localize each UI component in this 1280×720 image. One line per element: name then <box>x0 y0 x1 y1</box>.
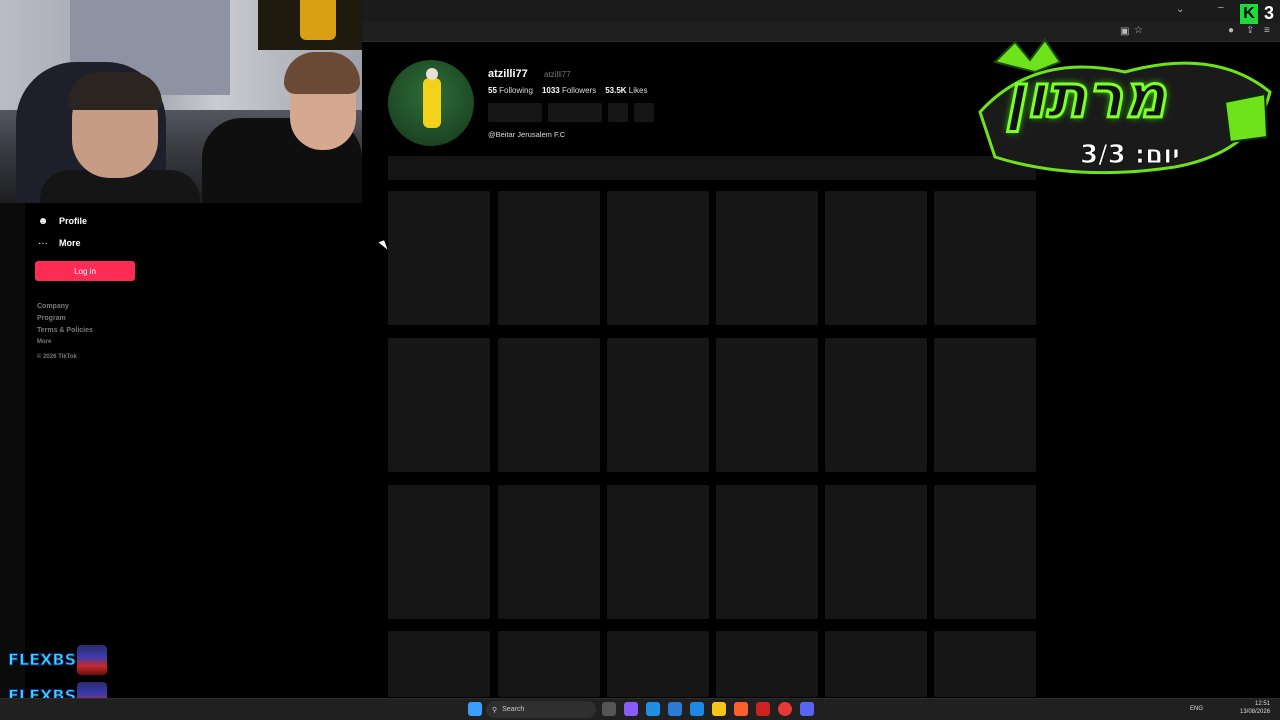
likes-label: Likes <box>628 86 648 95</box>
following-count: 55 <box>488 86 497 95</box>
video-tile[interactable] <box>716 191 818 325</box>
video-tile[interactable] <box>934 485 1036 619</box>
left-edge-strip <box>0 203 25 698</box>
firefox-icon[interactable] <box>734 702 748 716</box>
person-icon: ☻ <box>37 215 49 227</box>
sidebar-item-label: More <box>59 238 81 248</box>
video-tile[interactable] <box>934 338 1036 472</box>
app-icon[interactable] <box>756 702 770 716</box>
streamer-1-hair <box>68 72 162 110</box>
video-tile[interactable] <box>388 338 490 472</box>
video-tile[interactable] <box>825 485 927 619</box>
file-explorer-icon[interactable] <box>712 702 726 716</box>
likes-count: 53.5K <box>605 86 627 95</box>
profile-stats: 55 Following 1033 Followers 53.5K Likes <box>488 86 647 95</box>
clock-time[interactable]: 12:51 <box>1255 701 1270 707</box>
store-icon[interactable] <box>668 702 682 716</box>
video-tile[interactable] <box>607 191 709 325</box>
copyright-text: © 2026 TikTok <box>37 354 77 360</box>
flexbs-label-1: FLEXBS: <box>8 650 84 670</box>
video-tile[interactable] <box>388 191 490 325</box>
browser-title-bar: ⌄ – <box>362 0 1280 22</box>
profile-bio: @Beitar Jerusalem F.C <box>488 130 566 139</box>
windows-taskbar: ⚲ Search ENG 12:51 13/08/2026 <box>0 698 1280 720</box>
video-tile[interactable] <box>716 338 818 472</box>
logo-title: מרתון <box>1004 61 1169 134</box>
marathon-logo-overlay: מרתון יום: 3/3 <box>975 32 1275 182</box>
video-tile[interactable] <box>716 485 818 619</box>
car-icon <box>77 645 107 675</box>
task-view-icon[interactable] <box>602 702 616 716</box>
chrome-icon[interactable] <box>778 702 792 716</box>
video-tile[interactable] <box>498 191 600 325</box>
video-tile[interactable] <box>934 631 1036 697</box>
followers-label: Followers <box>561 86 597 95</box>
video-tile[interactable] <box>825 191 927 325</box>
sidebar-footer: Company Program Terms & Policies More © … <box>37 303 93 360</box>
footer-link-company[interactable]: Company <box>37 303 93 310</box>
followers-stat[interactable]: 1033 Followers <box>542 86 596 95</box>
language-indicator[interactable]: ENG <box>1190 706 1203 712</box>
footer-link-terms[interactable]: Terms & Policies <box>37 327 93 334</box>
video-tile[interactable] <box>825 631 927 697</box>
mouse-cursor <box>378 240 388 252</box>
video-tile[interactable] <box>607 485 709 619</box>
sidebar-item-more[interactable]: ··· More <box>37 233 81 253</box>
add-friend-placeholder[interactable] <box>608 103 628 122</box>
kick-logo: K <box>1240 4 1258 24</box>
video-tile[interactable] <box>498 338 600 472</box>
ellipsis-icon: ··· <box>38 237 48 249</box>
profile-nickname: atzilli77 <box>544 70 571 79</box>
footer-link-more[interactable]: More <box>37 339 93 345</box>
taskbar-search-label: Search <box>502 706 525 713</box>
minimize-icon[interactable]: – <box>1218 2 1224 13</box>
avatar-player-head <box>426 68 438 80</box>
search-icon: ⚲ <box>492 706 498 714</box>
windows-start-icon[interactable] <box>468 702 482 716</box>
video-tile[interactable] <box>498 485 600 619</box>
streamer-2-hair <box>284 52 360 94</box>
footer-link-program[interactable]: Program <box>37 315 93 322</box>
chevron-down-icon[interactable]: ⌄ <box>1176 4 1184 15</box>
profile-tabs-placeholder <box>388 156 1036 180</box>
follow-button-placeholder[interactable] <box>488 103 542 122</box>
video-tile[interactable] <box>498 631 600 697</box>
video-tile[interactable] <box>825 338 927 472</box>
more-options-placeholder[interactable] <box>634 103 654 122</box>
message-button-placeholder[interactable] <box>548 103 602 122</box>
followers-count: 1033 <box>541 86 560 95</box>
taskbar-search[interactable]: ⚲ Search <box>486 701 596 718</box>
avatar-player-figure <box>423 78 441 128</box>
webcam-poster-figure <box>300 0 336 40</box>
clock-date[interactable]: 13/08/2026 <box>1240 709 1270 715</box>
edge-browser-icon[interactable] <box>646 702 660 716</box>
likes-stat: 53.5K Likes <box>605 86 647 95</box>
badge-number: 3 <box>1264 3 1275 23</box>
copilot-icon[interactable] <box>624 702 638 716</box>
video-tile[interactable] <box>388 485 490 619</box>
sidebar-item-label: Profile <box>59 216 88 226</box>
sidebar-item-profile[interactable]: ☻ Profile <box>37 211 87 231</box>
login-button[interactable]: Log in <box>35 261 135 281</box>
mail-icon[interactable] <box>690 702 704 716</box>
video-tile[interactable] <box>388 631 490 697</box>
video-tile[interactable] <box>607 631 709 697</box>
profile-username: atzilli77 <box>488 68 528 80</box>
webcam-overlay <box>0 0 362 203</box>
profile-avatar[interactable] <box>388 60 474 146</box>
video-tile[interactable] <box>607 338 709 472</box>
video-tile[interactable] <box>934 191 1036 325</box>
logo-subtitle: יום: 3/3 <box>1080 140 1181 171</box>
video-tile[interactable] <box>716 631 818 697</box>
following-label: Following <box>499 86 533 95</box>
discord-icon[interactable] <box>800 702 814 716</box>
following-stat[interactable]: 55 Following <box>488 86 533 95</box>
